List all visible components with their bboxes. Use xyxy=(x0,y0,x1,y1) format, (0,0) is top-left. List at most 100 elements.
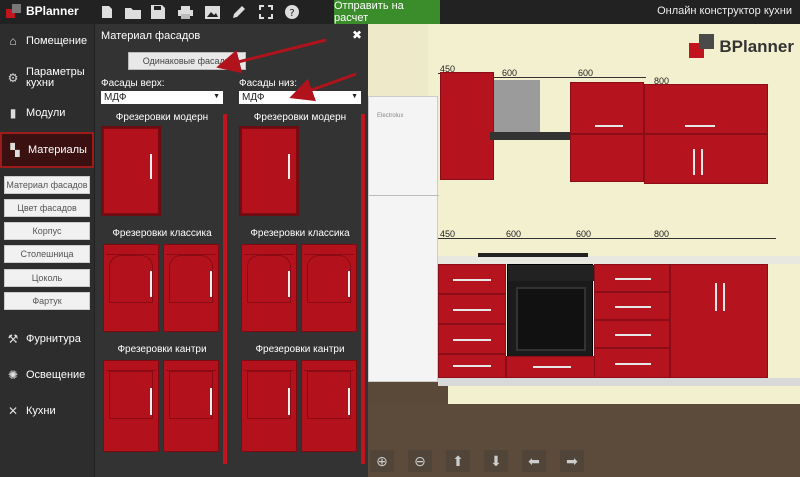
print-icon[interactable] xyxy=(176,3,194,21)
facade-country-2[interactable] xyxy=(301,360,357,452)
lower-drawer[interactable] xyxy=(438,324,506,354)
zoom-out-icon[interactable]: ⊖ xyxy=(408,450,432,472)
viewport-logo-text: BPlanner xyxy=(719,37,794,56)
chevron-down-icon: ▼ xyxy=(213,93,220,100)
group-title-country: Фрезеровки кантри xyxy=(117,344,207,355)
facade-country-2[interactable] xyxy=(163,360,219,452)
dimension-label: 600 xyxy=(578,68,594,78)
lower-drawer[interactable] xyxy=(438,354,506,378)
help-icon[interactable]: ? xyxy=(283,3,301,21)
sidebar-item-label: Модули xyxy=(26,107,66,119)
lower-facades-label: Фасады низ: xyxy=(239,78,297,89)
group-title-modern: Фрезеровки модерн xyxy=(253,112,347,123)
lower-facades-select[interactable]: МДФ ▼ xyxy=(239,91,361,104)
logo-icon xyxy=(689,34,715,60)
fridge[interactable]: Electrolux xyxy=(368,96,439,382)
lower-drawer[interactable] xyxy=(438,294,506,324)
sidebar-item-hardware[interactable]: ⚒ Фурнитура xyxy=(0,328,94,350)
sidebar-item-room[interactable]: ⌂ Помещение xyxy=(0,30,94,52)
sidebar-item-materials[interactable]: ▚ Материалы xyxy=(0,132,94,168)
scrollbar[interactable] xyxy=(361,114,365,464)
facade-modern[interactable] xyxy=(239,126,299,216)
facade-classic-1[interactable] xyxy=(241,244,297,332)
panel-title: Материал фасадов xyxy=(101,30,201,42)
send-for-calculation-button[interactable]: Отправить на расчет xyxy=(334,0,440,24)
dimension-label: 800 xyxy=(654,229,670,239)
facade-country-1[interactable] xyxy=(241,360,297,452)
facade-classic-1[interactable] xyxy=(103,244,159,332)
lightbulb-icon: ✺ xyxy=(7,368,19,382)
lower-drawer[interactable] xyxy=(594,348,670,378)
sidebar-item-kitchens[interactable]: ✕ Кухни xyxy=(0,400,94,422)
subitem-countertop[interactable]: Столешница xyxy=(4,245,90,263)
upper-facades-value: МДФ xyxy=(104,92,127,103)
left-sidebar: ⌂ Помещение ⚙ Параметры кухни ▮ Модули ▚… xyxy=(0,24,94,477)
arrow-right-icon[interactable]: ➡ xyxy=(560,450,584,472)
plinth xyxy=(438,378,800,386)
upper-facades-list: Фрезеровки модерн Фрезеровки классика Фр… xyxy=(101,110,227,472)
facade-modern[interactable] xyxy=(101,126,161,216)
lower-drawer[interactable] xyxy=(438,264,506,294)
subitem-body[interactable]: Корпус xyxy=(4,222,90,240)
group-title-modern: Фрезеровки модерн xyxy=(115,112,209,123)
group-title-classic: Фрезеровки классика xyxy=(112,228,212,239)
lower-drawer[interactable] xyxy=(594,264,670,292)
countertop[interactable] xyxy=(438,256,800,264)
gear-icon: ⚙ xyxy=(7,70,19,85)
facade-classic-2[interactable] xyxy=(301,244,357,332)
lower-facades-value: МДФ xyxy=(242,92,265,103)
upper-facades-select[interactable]: МДФ ▼ xyxy=(101,91,223,104)
app-logo[interactable]: BPlanner xyxy=(6,3,79,19)
save-icon[interactable] xyxy=(149,3,167,21)
subitem-facade-color[interactable]: Цвет фасадов xyxy=(4,199,90,217)
lower-cabinet-sink[interactable] xyxy=(670,264,768,378)
viewport-controls: ⊕ ⊖ ⬆ ⬇ ⬅ ➡ xyxy=(368,450,800,472)
sidebar-item-label: Фурнитура xyxy=(26,333,81,345)
image-icon[interactable] xyxy=(203,3,221,21)
subitem-facade-material[interactable]: Материал фасадов xyxy=(4,176,90,194)
arrow-left-icon[interactable]: ⬅ xyxy=(522,450,546,472)
upper-cabinet[interactable] xyxy=(570,134,644,182)
range-hood[interactable] xyxy=(494,80,540,136)
logo-icon xyxy=(6,3,22,19)
zoom-in-icon[interactable]: ⊕ xyxy=(370,450,394,472)
lower-drawer[interactable] xyxy=(594,292,670,320)
chevron-down-icon: ▼ xyxy=(351,93,358,100)
upper-cabinet[interactable] xyxy=(644,84,768,134)
upper-cabinet[interactable] xyxy=(570,82,644,134)
fullscreen-icon[interactable] xyxy=(257,3,275,21)
lower-drawer[interactable] xyxy=(506,356,596,378)
lower-drawer[interactable] xyxy=(594,320,670,348)
cooktop[interactable] xyxy=(478,253,588,257)
sidebar-item-kitchen-params[interactable]: ⚙ Параметры кухни xyxy=(0,62,94,94)
arrow-up-icon[interactable]: ⬆ xyxy=(446,450,470,472)
facade-classic-2[interactable] xyxy=(163,244,219,332)
upper-cabinet[interactable] xyxy=(440,72,494,180)
arrow-down-icon[interactable]: ⬇ xyxy=(484,450,508,472)
logo-text: BPlanner xyxy=(26,4,79,18)
open-folder-icon[interactable] xyxy=(124,3,142,21)
sidebar-item-lighting[interactable]: ✺ Освещение xyxy=(0,364,94,386)
lower-facades-list: Фрезеровки модерн Фрезеровки классика Фр… xyxy=(239,110,365,472)
facade-country-1[interactable] xyxy=(103,360,159,452)
scrollbar[interactable] xyxy=(223,114,227,464)
top-bar: BPlanner ? Отправить на расчет Онлайн ко… xyxy=(0,0,800,24)
upper-facades-label: Фасады верх: xyxy=(101,78,165,89)
pencil-icon[interactable] xyxy=(230,3,248,21)
upper-cabinet[interactable] xyxy=(644,134,768,184)
group-title-classic: Фрезеровки классика xyxy=(250,228,350,239)
same-facades-button[interactable]: Одинаковые фасады xyxy=(128,52,246,70)
subitem-apron[interactable]: Фартук xyxy=(4,292,90,310)
online-constructor-label: Онлайн конструктор кухни xyxy=(657,5,792,17)
module-icon: ▮ xyxy=(9,106,17,120)
3d-viewport[interactable]: BPlanner 450 600 600 800 Electrolux 450 … xyxy=(368,24,800,477)
dimension-label: 600 xyxy=(506,229,522,239)
facade-material-panel: Материал фасадов ✖ Одинаковые фасады Фас… xyxy=(94,24,368,477)
svg-text:?: ? xyxy=(289,8,294,19)
sidebar-item-modules[interactable]: ▮ Модули xyxy=(0,102,94,124)
sidebar-item-label: Кухни xyxy=(26,405,56,417)
subitem-plinth[interactable]: Цоколь xyxy=(4,269,90,287)
new-file-icon[interactable] xyxy=(98,3,116,21)
sidebar-item-label: Помещение xyxy=(26,35,88,47)
close-icon[interactable]: ✖ xyxy=(352,28,362,42)
